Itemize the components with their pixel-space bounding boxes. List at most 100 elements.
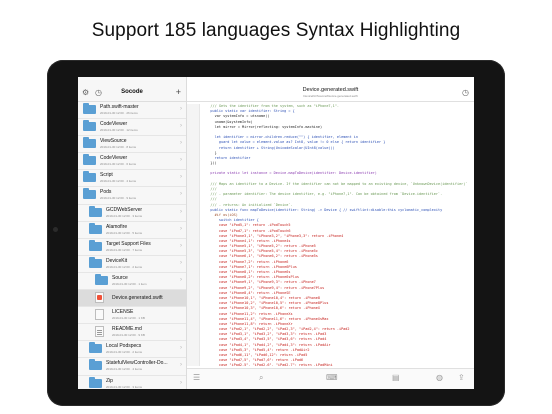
sidebar-title: Socode: [121, 89, 143, 95]
chevron-right-icon: ›: [180, 191, 182, 198]
item-meta: 2019-01-30 12:00 · 1 KB: [112, 316, 145, 321]
bottom-toolbar: ☰ ⌕ ⌨ ▤ ◍ ⇪: [187, 368, 474, 389]
add-button[interactable]: +: [176, 88, 181, 97]
item-name: Target Support Files: [106, 240, 151, 247]
list-item[interactable]: CodeViewer 2019-01-30 12:00 · 12 items ›: [78, 119, 186, 137]
list-icon[interactable]: ☰: [193, 373, 200, 383]
item-meta: 2019-01-30 12:00 · 3 items: [106, 213, 143, 218]
folder-icon: [89, 376, 102, 388]
camera-dot: [53, 227, 58, 232]
folder-icon: [83, 137, 96, 149]
code-lines: /// Gets the identifier from the system,…: [202, 104, 472, 366]
list-item[interactable]: StatefulViewController-Do... 2019-01-30 1…: [78, 358, 186, 376]
chevron-right-icon: ›: [180, 379, 182, 386]
archive-icon[interactable]: ▤: [392, 373, 400, 383]
folder-icon: [89, 205, 102, 217]
chevron-right-icon: ›: [180, 242, 182, 249]
chevron-right-icon: ›: [180, 345, 182, 352]
info-icon[interactable]: ◍: [436, 373, 443, 383]
folder-icon: [95, 273, 108, 285]
item-meta: 2019-01-30 12:00 · 5 items: [106, 230, 143, 235]
folder-icon: [83, 154, 96, 166]
folder-icon: [89, 222, 102, 234]
code-line: public static func mapToDevice(identifie…: [202, 207, 443, 212]
list-item[interactable]: Local Podspecs 2019-01-30 12:00 · 2 items…: [78, 341, 186, 359]
item-meta: 2019-01-30 12:00 · 4 items: [100, 179, 137, 184]
list-item[interactable]: Pods 2019-01-30 12:00 · 9 items ›: [78, 187, 186, 205]
file-title: Device.generated.swift: [302, 87, 359, 93]
item-name: Device.generated.swift: [112, 295, 163, 302]
share-icon[interactable]: ⇪: [458, 373, 465, 383]
item-name: StatefulViewController-Do...: [106, 360, 168, 367]
folder-icon: [83, 171, 96, 183]
keyboard-icon[interactable]: ⌨: [326, 373, 338, 383]
item-name: LICENSE: [112, 309, 134, 316]
code-line: /// Maps an identifier to a Device. If t…: [202, 181, 468, 186]
item-meta: 2019-01-30 12:00 · 3 items: [106, 384, 143, 389]
chevron-right-icon: ›: [180, 362, 182, 369]
editor-header: Device.generated.swift DeviceKit/Source/…: [187, 85, 474, 102]
line-gutter: [187, 104, 200, 366]
file-path: DeviceKit/Source/Device.generated.swift: [303, 94, 358, 98]
code-line: /// - parameter identifier: The device i…: [202, 192, 443, 197]
folder-icon: [89, 256, 102, 268]
file-icon: [95, 309, 104, 321]
file-sidebar: ⚙ ◷ Socode + Path.swift-master 2019-01-30…: [78, 77, 187, 389]
headline: Support 185 languages Syntax Highlightin…: [91, 20, 461, 41]
item-name: CodeViewer: [100, 121, 128, 128]
item-name: Path.swift-master: [100, 104, 139, 110]
folder-icon: [89, 342, 102, 354]
ipad-frame: 12:01 PM Wed Jan 30 100% ⚙ ◷ Socode + Pa…: [47, 60, 505, 406]
item-meta: 2019-01-30 12:00 · 7 items: [106, 247, 143, 252]
item-meta: 2019-01-30 12:00 · 1 item: [112, 281, 147, 286]
item-name: Alamofire: [106, 223, 128, 230]
item-meta: 2019-01-30 12:00 · 6 items: [100, 162, 137, 167]
item-meta: 2019-01-30 12:00 · 26 items: [100, 111, 138, 115]
item-name: DeviceKit: [106, 257, 128, 264]
chevron-right-icon: ›: [180, 225, 182, 232]
item-name: README.md: [112, 326, 142, 333]
item-name: CodeViewer: [100, 155, 128, 162]
folder-icon: [83, 188, 96, 200]
item-name: GCDWebServer: [106, 206, 143, 213]
list-item[interactable]: ViewSource 2019-01-30 12:00 · 8 items ›: [78, 136, 186, 154]
folder-icon: [83, 120, 96, 132]
list-item[interactable]: CodeViewer 2019-01-30 12:00 · 6 items ›: [78, 153, 186, 171]
list-item[interactable]: DeviceKit 2019-01-30 12:00 · 2 items ›: [78, 256, 186, 273]
code-line: case "iPad2,5", "iPad2,6", "iPad2,7": re…: [202, 363, 333, 366]
item-meta: 2019-01-30 12:00 · 4 items: [106, 367, 143, 372]
folder-icon: [83, 103, 96, 114]
list-item[interactable]: Path.swift-master 2019-01-30 12:00 · 26 i…: [78, 102, 186, 120]
item-meta: 2019-01-30 12:00 · 2 items: [106, 264, 143, 269]
chevron-right-icon: ›: [180, 174, 182, 181]
item-meta: 2019-01-30 12:00 · 9 items: [100, 196, 137, 201]
list-item[interactable]: Zip 2019-01-30 12:00 · 3 items ›: [78, 376, 186, 390]
code-area[interactable]: /// Gets the identifier from the system,…: [187, 104, 474, 366]
clock-icon[interactable]: ◷: [462, 88, 469, 97]
chevron-right-icon: ›: [180, 123, 182, 130]
list-item[interactable]: Device.generated.swift: [78, 290, 186, 308]
folder-icon: [89, 359, 102, 371]
markdown-file-icon: [95, 326, 104, 338]
list-item[interactable]: Alamofire 2019-01-30 12:00 · 5 items ›: [78, 222, 186, 239]
chevron-right-icon: ›: [180, 208, 182, 215]
list-item[interactable]: Script 2019-01-30 12:00 · 4 items ›: [78, 170, 186, 188]
chevron-right-icon: ›: [180, 259, 182, 266]
item-name: Zip: [106, 377, 113, 384]
swift-file-icon: [95, 292, 104, 304]
item-name: Script: [100, 172, 113, 179]
folder-icon: [89, 239, 102, 251]
list-item[interactable]: LICENSE 2019-01-30 12:00 · 1 KB: [78, 307, 186, 325]
search-icon[interactable]: ⌕: [259, 373, 263, 383]
list-item[interactable]: Target Support Files 2019-01-30 12:00 · 7…: [78, 239, 186, 256]
list-item[interactable]: README.md 2019-01-30 12:00 · 9 KB: [78, 324, 186, 342]
item-meta: 2019-01-30 12:00 · 12 items: [100, 128, 138, 133]
list-item[interactable]: GCDWebServer 2019-01-30 12:00 · 3 items ›: [78, 205, 186, 222]
item-name: Source: [112, 274, 128, 281]
item-name: ViewSource: [100, 138, 127, 145]
chevron-right-icon: ›: [180, 140, 182, 147]
item-meta: 2019-01-30 12:00 · 2 items: [106, 350, 143, 355]
item-name: Local Podspecs: [106, 343, 142, 350]
chevron-right-icon: ›: [180, 276, 182, 283]
list-item[interactable]: Source 2019-01-30 12:00 · 1 item ›: [78, 273, 186, 291]
